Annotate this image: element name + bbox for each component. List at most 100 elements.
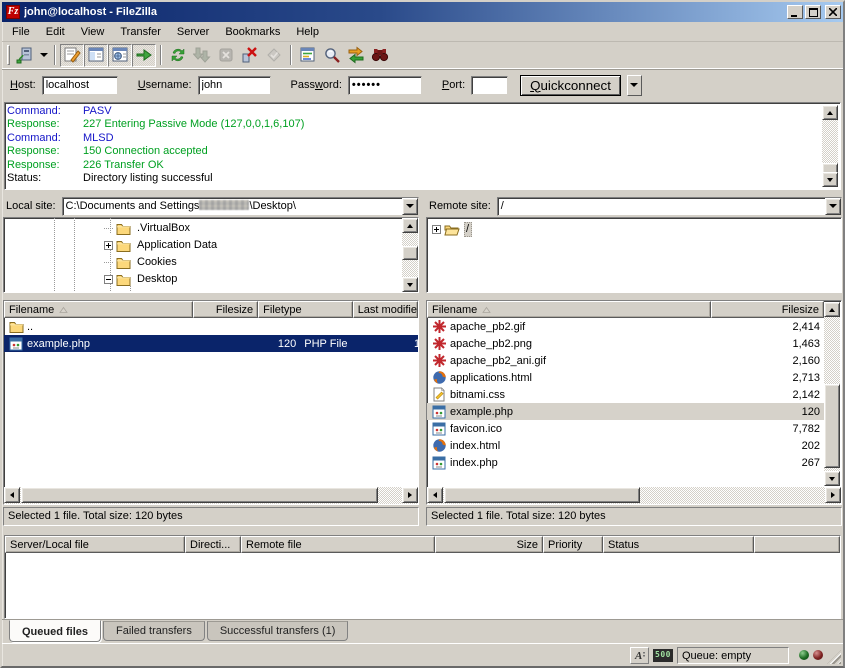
scroll-right-button[interactable] — [402, 487, 418, 503]
file-row[interactable]: favicon.ico 7,782 — [427, 420, 824, 437]
column-header-priority[interactable]: Priority — [543, 536, 603, 553]
remote-horizontal-scrollbar[interactable] — [427, 487, 841, 504]
toggle-local-tree-button[interactable] — [84, 44, 108, 67]
queue-splitter[interactable] — [2, 526, 843, 535]
file-row[interactable]: bitnami.css 2,142 — [427, 386, 824, 403]
file-row-selected[interactable]: example.php 120 — [427, 403, 824, 420]
port-input[interactable] — [471, 76, 508, 95]
directory-comparison-button[interactable] — [320, 44, 344, 67]
scroll-left-button[interactable] — [427, 487, 443, 503]
column-header-lastmodified[interactable]: Last modified — [353, 301, 418, 318]
menu-server[interactable]: Server — [169, 23, 217, 41]
column-header-filesize[interactable]: Filesize — [193, 301, 258, 318]
combo-dropdown-button[interactable] — [402, 198, 418, 215]
menu-edit[interactable]: Edit — [38, 23, 73, 41]
tree-item[interactable]: Cookies — [104, 254, 180, 271]
local-directory-tree[interactable]: .VirtualBox Application Data Cookies Des… — [3, 217, 419, 293]
queue-body[interactable] — [5, 553, 840, 618]
quickconnect-dropdown[interactable] — [627, 75, 642, 96]
menu-file[interactable]: File — [4, 23, 38, 41]
filezilla-window: Fz john@localhost - FileZilla File Edit … — [0, 0, 845, 668]
username-input[interactable] — [198, 76, 271, 95]
quickconnect-button[interactable]: Quickconnect — [520, 75, 621, 96]
scroll-up-button[interactable] — [402, 218, 418, 233]
tree-item[interactable]: .VirtualBox — [104, 220, 193, 237]
maximize-button[interactable] — [805, 5, 821, 19]
toggle-message-log-button[interactable] — [60, 44, 84, 67]
column-header-filename[interactable]: Filename — [4, 301, 193, 318]
speed-limit-icon[interactable]: 500 — [653, 649, 673, 662]
local-site-combo[interactable]: C:\Documents and Settings\Desktop\ — [62, 197, 419, 216]
file-row[interactable]: .. — [4, 318, 418, 335]
sync-browsing-icon — [347, 46, 365, 64]
toggle-queue-button[interactable] — [132, 44, 156, 67]
reconnect-button[interactable] — [262, 44, 286, 67]
transfer-type-ascii-icon[interactable]: A — [630, 647, 649, 664]
cancel-operation-button[interactable] — [214, 44, 238, 67]
expand-icon[interactable] — [432, 225, 441, 234]
column-header-status[interactable]: Status — [603, 536, 754, 553]
scroll-thumb[interactable] — [444, 487, 640, 503]
expand-icon[interactable] — [104, 241, 113, 250]
file-row[interactable]: apache_pb2.png 1,463 — [427, 335, 824, 352]
tab-failed-transfers[interactable]: Failed transfers — [103, 621, 205, 641]
collapse-icon[interactable] — [104, 275, 113, 284]
disconnect-button[interactable] — [238, 44, 262, 67]
scroll-left-button[interactable] — [4, 487, 20, 503]
site-manager-dropdown[interactable] — [37, 44, 50, 67]
scroll-thumb[interactable] — [21, 487, 378, 503]
scroll-right-button[interactable] — [825, 487, 841, 503]
find-files-button[interactable] — [368, 44, 392, 67]
log-scrollbar[interactable] — [822, 105, 838, 187]
file-row-selected[interactable]: example.php 120 PHP File 1 — [4, 335, 418, 352]
remote-vertical-scrollbar[interactable] — [824, 302, 840, 486]
column-header-direction[interactable]: Directi... — [185, 536, 241, 553]
file-row[interactable]: apache_pb2_ani.gif 2,160 — [427, 352, 824, 369]
menu-transfer[interactable]: Transfer — [112, 23, 169, 41]
scroll-thumb[interactable] — [824, 384, 840, 468]
scroll-up-button[interactable] — [822, 105, 838, 120]
pane-splitter[interactable] — [425, 293, 843, 300]
menu-help[interactable]: Help — [288, 23, 327, 41]
menu-bookmarks[interactable]: Bookmarks — [217, 23, 288, 41]
password-input[interactable] — [348, 76, 422, 95]
tree-item[interactable]: / — [432, 221, 472, 238]
tab-successful-transfers[interactable]: Successful transfers (1) — [207, 621, 349, 641]
file-row[interactable]: index.php 267 — [427, 454, 824, 471]
process-queue-button[interactable] — [190, 44, 214, 67]
tree-item[interactable]: Desktop — [104, 271, 180, 288]
column-header-remote-file[interactable]: Remote file — [241, 536, 435, 553]
remote-site-combo[interactable]: / — [497, 197, 842, 216]
host-input[interactable] — [42, 76, 118, 95]
file-row[interactable]: index.html 202 — [427, 437, 824, 454]
scroll-down-button[interactable] — [402, 277, 418, 292]
site-manager-button[interactable] — [13, 44, 37, 67]
scroll-down-button[interactable] — [822, 172, 838, 187]
resize-grip[interactable] — [827, 650, 841, 664]
local-tree-scrollbar[interactable] — [402, 218, 418, 292]
scroll-down-button[interactable] — [824, 471, 840, 486]
column-header-filesize[interactable]: Filesize — [711, 301, 824, 318]
tree-item[interactable]: Application Data — [104, 237, 220, 254]
directory-listing-filters-button[interactable] — [296, 44, 320, 67]
column-header-filetype[interactable]: Filetype — [258, 301, 353, 318]
toggle-remote-tree-button[interactable] — [108, 44, 132, 67]
refresh-button[interactable] — [166, 44, 190, 67]
column-header-server-local-file[interactable]: Server/Local file — [5, 536, 185, 553]
column-header-filename[interactable]: Filename — [427, 301, 711, 318]
column-header-size[interactable]: Size — [435, 536, 543, 553]
file-row[interactable]: applications.html 2,713 — [427, 369, 824, 386]
pane-splitter[interactable] — [2, 293, 420, 300]
combo-dropdown-button[interactable] — [825, 198, 841, 215]
file-row[interactable]: apache_pb2.gif 2,414 — [427, 318, 824, 335]
synchronized-browsing-button[interactable] — [344, 44, 368, 67]
tab-queued-files[interactable]: Queued files — [9, 620, 101, 642]
remote-directory-tree[interactable]: / — [426, 217, 842, 293]
minimize-button[interactable] — [787, 5, 803, 19]
local-horizontal-scrollbar[interactable] — [4, 487, 418, 504]
activity-led-red — [813, 650, 823, 660]
close-button[interactable] — [825, 5, 841, 19]
menu-view[interactable]: View — [73, 23, 113, 41]
scroll-thumb[interactable] — [402, 246, 418, 260]
scroll-up-button[interactable] — [824, 302, 840, 317]
